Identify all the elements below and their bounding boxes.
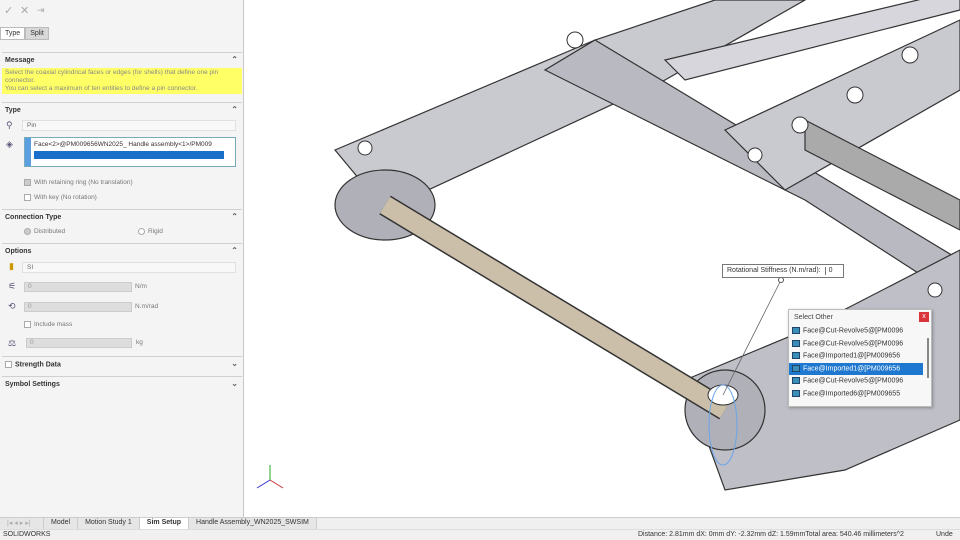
face-icon bbox=[792, 389, 800, 397]
message-section: Message ⌃ Select the coaxial cylindrical … bbox=[2, 52, 242, 94]
options-title: Options bbox=[5, 248, 32, 255]
select-other-item[interactable]: Face@Imported1@[PM009656 bbox=[789, 350, 923, 363]
face-icon bbox=[792, 377, 800, 384]
bottom-tab-bar: |◂ ◂ ▸ ▸| Model Motion Study 1 Sim Setup… bbox=[0, 517, 960, 529]
message-text: Select the coaxial cylindrical faces or … bbox=[2, 68, 242, 94]
key-checkbox[interactable]: With key (No rotation) bbox=[24, 194, 97, 201]
tab-split[interactable]: Split bbox=[25, 27, 49, 40]
mass-icon: ⚖ bbox=[8, 338, 17, 348]
selection-list[interactable]: Face<2>@PM009656WN2025_ Handle assembly<… bbox=[24, 137, 236, 167]
handle-assembly-model bbox=[256, 0, 960, 491]
rotational-stiffness-callout[interactable]: Rotational Stiffness (N.m/rad): 0 bbox=[722, 264, 844, 278]
axial-stiffness-icon: ⚟ bbox=[8, 281, 17, 291]
select-other-item-selected[interactable]: Face@Imported1@[PM009656 bbox=[789, 362, 923, 375]
cancel-button[interactable]: ✕ bbox=[20, 4, 29, 17]
scrollbar[interactable] bbox=[927, 338, 929, 378]
pushpin-button[interactable]: ⇥ bbox=[37, 5, 45, 16]
face-selection-icon: ◈ bbox=[6, 139, 13, 149]
retaining-ring-checkbox[interactable]: With retaining ring (No translation) bbox=[24, 179, 133, 186]
tab-scroll-arrows[interactable]: |◂ ◂ ▸ ▸| bbox=[0, 518, 44, 529]
connection-title: Connection Type bbox=[5, 214, 62, 221]
face-icon bbox=[792, 364, 800, 372]
select-other-dialog: Select Other x Face@Cut-Revolve5@[PM0096… bbox=[788, 309, 932, 407]
status-bar: SOLIDWORKS Distance: 2.81mm dX: 0mm dY: … bbox=[0, 529, 960, 540]
close-button[interactable]: x bbox=[919, 312, 929, 322]
axial-unit: N/m bbox=[135, 283, 147, 290]
options-section: Options ⌃ ▮ SI ⚟ 0 N/m ⟲ 0 N.m/rad Includ… bbox=[2, 243, 242, 355]
mass-unit: kg bbox=[136, 339, 143, 346]
symbol-settings-section[interactable]: Symbol Settings ⌄ bbox=[2, 376, 242, 392]
include-mass-checkbox[interactable]: Include mass bbox=[24, 321, 72, 328]
triad-axes-icon bbox=[256, 465, 284, 489]
expand-icon[interactable]: ⌄ bbox=[231, 359, 238, 368]
select-other-item[interactable]: Face@Cut-Revolve5@[PM0096 bbox=[789, 325, 923, 338]
measure-readout: Distance: 2.81mm dX: 0mm dY: -2.32mm dZ:… bbox=[638, 531, 904, 538]
units-select[interactable]: SI bbox=[22, 262, 236, 273]
face-icon bbox=[792, 352, 800, 359]
face-icon bbox=[792, 339, 800, 347]
select-other-item[interactable]: Face@Cut-Revolve5@[PM0096 bbox=[789, 375, 923, 388]
callout-value[interactable]: 0 bbox=[824, 267, 839, 275]
tab-type[interactable]: Type bbox=[0, 27, 26, 40]
connector-type-select[interactable]: Pin bbox=[22, 120, 236, 131]
select-other-title: Select Other bbox=[794, 314, 833, 321]
strength-data-section[interactable]: Strength Data ⌄ bbox=[2, 356, 242, 372]
status-units: Unde bbox=[936, 531, 953, 538]
face-icon bbox=[792, 327, 800, 334]
graphics-viewport[interactable] bbox=[245, 0, 960, 517]
collapse-icon[interactable]: ⌃ bbox=[231, 212, 238, 221]
tab-motion-study[interactable]: Motion Study 1 bbox=[78, 518, 140, 529]
collapse-icon[interactable]: ⌃ bbox=[231, 246, 238, 255]
strength-title: Strength Data bbox=[15, 361, 61, 369]
pin-icon: ⚲ bbox=[6, 120, 13, 130]
tab-model[interactable]: Model bbox=[44, 518, 79, 529]
select-other-item[interactable]: Face@Imported6@[PM009655 bbox=[789, 388, 923, 401]
selection-item-selected[interactable]: Face<1>@PM009656WN2025_ Handle assembly<… bbox=[34, 151, 224, 159]
app-name: SOLIDWORKS bbox=[3, 531, 51, 538]
symbol-title: Symbol Settings bbox=[5, 381, 60, 388]
expand-icon[interactable]: ⌄ bbox=[231, 379, 238, 388]
mass-input[interactable]: 0 bbox=[26, 338, 132, 348]
rigid-radio[interactable]: Rigid bbox=[138, 228, 163, 235]
selection-item[interactable]: Face<2>@PM009656WN2025_ Handle assembly<… bbox=[34, 141, 234, 148]
type-title: Type bbox=[5, 107, 21, 114]
collapse-icon[interactable]: ⌃ bbox=[231, 105, 238, 114]
tab-handle-assembly[interactable]: Handle Assembly_WN2025_SWSIM bbox=[189, 518, 317, 529]
distributed-radio[interactable]: Distributed bbox=[24, 228, 65, 235]
rotational-unit: N.m/rad bbox=[135, 303, 159, 310]
message-title: Message bbox=[5, 57, 35, 64]
ruler-icon: ▮ bbox=[9, 261, 14, 271]
ok-button[interactable]: ✓ bbox=[4, 4, 13, 17]
rotational-stiffness-icon: ⟲ bbox=[8, 301, 16, 311]
collapse-icon[interactable]: ⌃ bbox=[231, 55, 238, 64]
rotational-stiffness-input[interactable]: 0 bbox=[24, 302, 132, 312]
tab-sim-setup[interactable]: Sim Setup bbox=[139, 518, 190, 529]
property-manager: ✓ ✕ ⇥ Type Split Message ⌃ Select the coa… bbox=[0, 0, 244, 517]
connection-type-section: Connection Type ⌃ Distributed Rigid bbox=[2, 209, 242, 243]
type-section: Type ⌃ ⚲ Pin ◈ Face<2>@PM009656WN2025_ Ha… bbox=[2, 102, 242, 207]
axial-stiffness-input[interactable]: 0 bbox=[24, 282, 132, 292]
select-other-item[interactable]: Face@Cut-Revolve5@[PM0096 bbox=[789, 338, 923, 351]
